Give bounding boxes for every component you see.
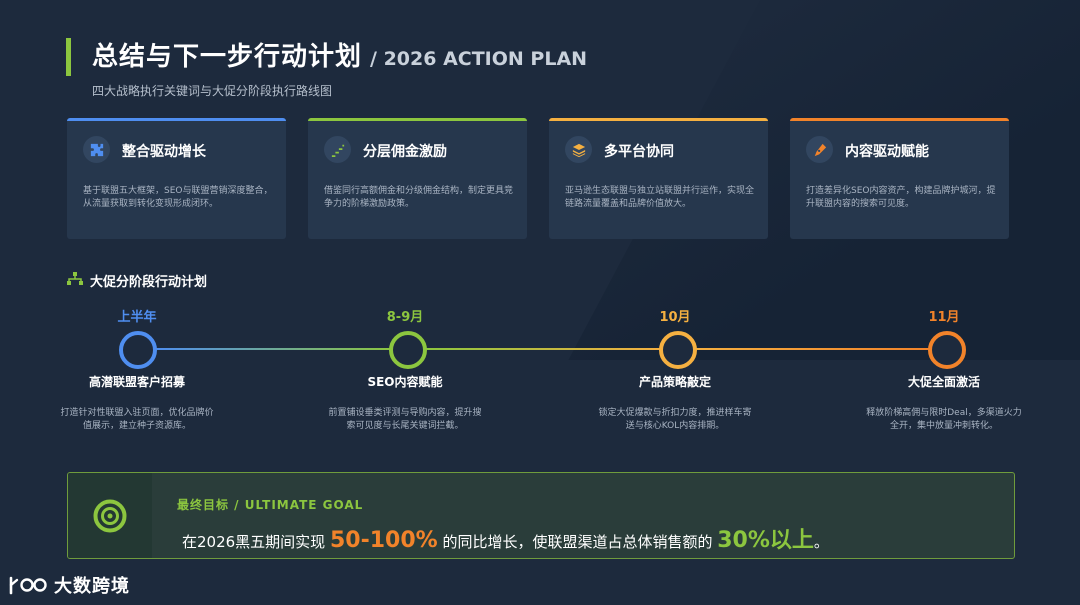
card-title: 多平台协同 — [604, 144, 674, 160]
title-accent-bar — [66, 38, 71, 76]
goal-text-part: 。 — [813, 533, 829, 551]
goal-text-part: 在2026黑五期间实现 — [182, 533, 330, 551]
stairs-icon — [324, 136, 351, 163]
timeline-node — [659, 331, 697, 369]
timeline-period: 10月 — [659, 310, 691, 325]
brand-logo: 大数跨境 — [8, 572, 130, 598]
goal-highlight-share: 30%以上 — [717, 528, 814, 553]
card-title: 分层佣金激励 — [363, 144, 447, 160]
card-description: 打造差异化SEO内容资产，构建品牌护城河，提升联盟内容的搜索可见度。 — [806, 186, 996, 209]
timeline-stage-name: SEO内容赋能 — [367, 375, 443, 389]
target-icon — [93, 499, 127, 533]
section-title: 大促分阶段行动计划 — [90, 275, 208, 290]
layers-icon — [565, 136, 592, 163]
timeline-stage-desc: 释放阶梯高佣与限时Deal，多渠道火力全开，集中放量冲刺转化。 — [866, 408, 1022, 431]
goal-highlight-growth: 50-100% — [329, 528, 438, 553]
goal-statement: 在2026黑五期间实现 50-100% 的同比增长，使联盟渠道占总体销售额的 3… — [182, 522, 829, 554]
page-subtitle: 四大战略执行关键词与大促分阶段执行路线图 — [92, 84, 333, 98]
timeline-period: 上半年 — [117, 310, 157, 325]
timeline-stage-desc: 锁定大促爆款与折扣力度，推进样车寄送与核心KOL内容排期。 — [598, 408, 752, 431]
page-title-text: 总结与下一步行动计划 — [92, 42, 363, 72]
timeline-node — [119, 331, 157, 369]
card-description: 基于联盟五大框架，SEO与联盟营销深度整合，从流量获取到转化变现形成闭环。 — [83, 186, 273, 209]
timeline-line-3 — [693, 348, 930, 350]
goal-label: 最终目标 / ULTIMATE GOAL — [177, 498, 364, 512]
card-description: 亚马逊生态联盟与独立站联盟并行运作，实现全链路流量覆盖和品牌价值放大。 — [565, 186, 755, 209]
strategy-card-2: 分层佣金激励 借鉴同行高额佣金和分级佣金结构，制定更具竞争力的阶梯激励政策。 — [308, 118, 527, 239]
timeline-node — [928, 331, 966, 369]
ultimate-goal-box: 最终目标 / ULTIMATE GOAL 在2026黑五期间实现 50-100%… — [67, 472, 1015, 559]
timeline-stage-desc: 打造针对性联盟入驻页面，优化品牌价值展示，建立种子资源库。 — [60, 408, 214, 431]
page-title-en: / 2026 ACTION PLAN — [370, 48, 588, 70]
timeline-line-1 — [155, 348, 393, 350]
strategy-card-4: 内容驱动赋能 打造差异化SEO内容资产，构建品牌护城河，提升联盟内容的搜索可见度… — [790, 118, 1009, 239]
timeline-line-2 — [425, 348, 661, 350]
timeline-stage-desc: 前置铺设垂类评测与导购内容，提升搜索可见度与长尾关键词拦截。 — [328, 408, 482, 431]
card-title: 内容驱动赋能 — [845, 144, 929, 160]
timeline-period: 11月 — [928, 310, 960, 325]
timeline-period: 8-9月 — [386, 310, 424, 325]
timeline-node — [389, 331, 427, 369]
sitemap-icon — [67, 272, 83, 290]
strategy-card-1: 整合驱动增长 基于联盟五大框架，SEO与联盟营销深度整合，从流量获取到转化变现形… — [67, 118, 286, 239]
card-description: 借鉴同行高额佣金和分级佣金结构，制定更具竞争力的阶梯激励政策。 — [324, 186, 514, 209]
page-title: 总结与下一步行动计划 / 2026 ACTION PLAN — [92, 36, 587, 73]
goal-icon-panel — [68, 473, 152, 558]
strategy-card-3: 多平台协同 亚马逊生态联盟与独立站联盟并行运作，实现全链路流量覆盖和品牌价值放大… — [549, 118, 768, 239]
brand-logo-mark — [9, 576, 47, 595]
timeline-stage-name: 高潜联盟客户招募 — [88, 375, 185, 389]
pen-icon — [806, 136, 833, 163]
card-title: 整合驱动增长 — [122, 144, 206, 160]
timeline-stage-name: 大促全面激活 — [907, 375, 980, 389]
timeline-stage-name: 产品策略敲定 — [638, 375, 711, 389]
brand-logo-text: 大数跨境 — [54, 576, 130, 597]
goal-text-part: 的同比增长，使联盟渠道占总体销售额的 — [437, 533, 718, 551]
puzzle-icon — [83, 136, 110, 163]
